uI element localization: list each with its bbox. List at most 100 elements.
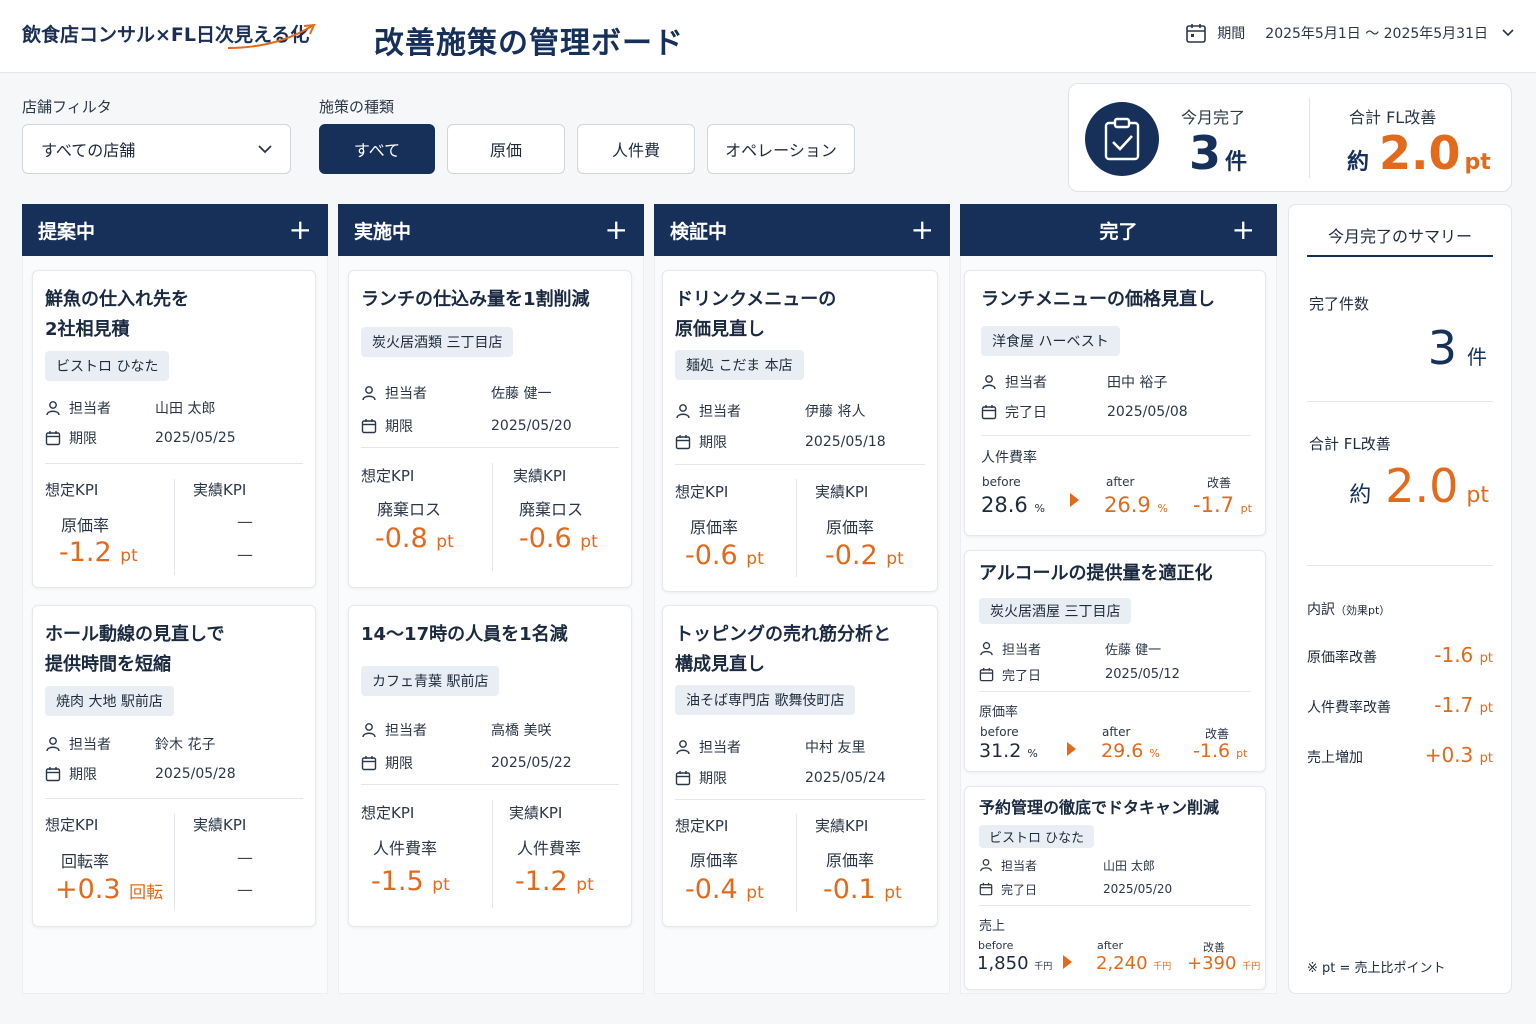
metric-name: 売上 xyxy=(979,919,1006,934)
period-selector[interactable]: 期間 2025年5月1日 〜 2025年5月31日 xyxy=(1185,22,1514,44)
person-icon xyxy=(676,739,690,754)
add-card-button[interactable]: + xyxy=(1232,216,1255,244)
expected-kpi-label: 想定KPI xyxy=(361,467,415,485)
expected-kpi-value: +0.3 回転 xyxy=(55,874,164,905)
divider xyxy=(174,479,175,575)
owner-label: 担当者 xyxy=(385,385,427,402)
breakdown-row: 売上増加 +0.3 pt xyxy=(1307,743,1493,767)
person-icon xyxy=(676,403,690,418)
owner-value: 高橋 美咲 xyxy=(491,722,552,739)
actual-kpi-empty: — xyxy=(237,512,253,531)
divider xyxy=(979,905,1251,906)
divider xyxy=(361,784,619,785)
calendar-icon xyxy=(979,882,993,896)
owner-label: 担当者 xyxy=(1001,858,1038,873)
done-date-value: 2025/05/12 xyxy=(1105,666,1180,682)
divider xyxy=(492,800,493,908)
after-label: after xyxy=(1097,939,1124,952)
type-filter-label: 施策の種類 xyxy=(319,98,395,116)
due-label: 期限 xyxy=(699,770,727,787)
actual-kpi-value: -0.2 pt xyxy=(825,540,904,571)
add-card-button[interactable]: + xyxy=(289,216,312,244)
summary-fl-value: 約 2.0 pt xyxy=(1349,459,1489,513)
task-card[interactable]: 14〜17時の人員を1名減 カフェ青葉 駅前店 担当者 高橋 美咲 期限 2025/… xyxy=(348,605,632,927)
actual-kpi-name: 廃棄ロス xyxy=(519,500,584,519)
task-card-done[interactable]: アルコールの提供量を適正化 炭火居酒屋 三丁目店 担当者 佐藤 健一 完了日 202… xyxy=(964,550,1266,772)
due-value: 2025/05/20 xyxy=(491,417,572,434)
owner-label: 担当者 xyxy=(69,401,111,417)
add-card-button[interactable]: + xyxy=(911,216,934,244)
header-bar: 飲食店コンサル×FL日次見える化 改善施策の管理ボード 期間 2025年5月1日… xyxy=(0,0,1536,73)
divider xyxy=(361,447,619,448)
expected-kpi-value: -1.5 pt xyxy=(371,866,450,897)
calendar-icon xyxy=(675,434,691,449)
due-value: 2025/05/28 xyxy=(155,766,236,782)
divider xyxy=(675,464,925,465)
owner-value: 中村 友里 xyxy=(805,739,866,756)
type-filter-cost[interactable]: 原価 xyxy=(447,124,565,174)
card-title: 鮮魚の仕入れ先を 2社相見積 xyxy=(45,289,189,340)
divider xyxy=(981,435,1251,436)
expected-kpi-label: 想定KPI xyxy=(45,481,99,499)
task-card-done[interactable]: 予約管理の徹底でドタキャン削減 ビストロ ひなた 担当者 山田 太郎 完了日 202… xyxy=(964,786,1266,990)
column-header-done: 完了 + xyxy=(960,204,1277,256)
summary-title-underline xyxy=(1307,255,1493,257)
monthly-summary-panel: 今月完了のサマリー 完了件数 3件 合計 FL改善 約 2.0 pt 内訳（効果pt… xyxy=(1288,204,1512,994)
type-filter-all[interactable]: すべて xyxy=(319,124,435,174)
type-filter-group: すべて 原価 人件費 オペレーション xyxy=(319,124,855,174)
due-label: 期限 xyxy=(385,418,413,435)
after-value: 2,240 千円 xyxy=(1096,953,1172,974)
calendar-icon xyxy=(1186,24,1207,43)
actual-kpi-empty: — xyxy=(237,545,253,564)
person-icon xyxy=(982,375,996,390)
card-title: 予約管理の徹底でドタキャン削減 xyxy=(979,798,1220,817)
stats-divider xyxy=(1309,98,1310,178)
improve-value: -1.7 pt xyxy=(1193,493,1252,517)
column-title: 提案中 xyxy=(38,220,96,243)
divider xyxy=(45,463,303,464)
before-label: before xyxy=(978,939,1014,952)
expected-kpi-name: 原価率 xyxy=(690,851,739,870)
after-value: 26.9 % xyxy=(1104,493,1168,517)
card-title: 14〜17時の人員を1名減 xyxy=(361,624,568,645)
summary-footnote: ※ pt = 売上比ポイント xyxy=(1307,961,1446,976)
actual-kpi-label: 実績KPI xyxy=(193,816,247,834)
done-date-value: 2025/05/08 xyxy=(1107,404,1188,420)
store-filter-label: 店舗フィルタ xyxy=(22,98,112,116)
summary-fl-label: 合計 FL改善 xyxy=(1309,435,1391,453)
task-card[interactable]: ドリンクメニューの 原価見直し 麺処 こだま 本店 担当者 伊藤 将人 期限 202… xyxy=(662,270,938,592)
summary-count-value: 3件 xyxy=(1427,321,1487,375)
column-header-proposal: 提案中 + xyxy=(22,204,328,256)
task-card[interactable]: トッピングの売れ筋分析と 構成見直し 油そば専門店 歌舞伎町店 担当者 中村 友里… xyxy=(662,605,938,927)
calendar-icon xyxy=(361,418,377,433)
task-card-done[interactable]: ランチメニューの価格見直し 洋食屋 ハーベスト 担当者 田中 裕子 完了日 2025… xyxy=(964,270,1266,536)
add-card-button[interactable]: + xyxy=(605,216,628,244)
type-filter-labor[interactable]: 人件費 xyxy=(577,124,695,174)
actual-kpi-label: 実績KPI xyxy=(513,467,567,485)
card-title: ドリンクメニューの 原価見直し xyxy=(675,289,837,340)
period-label: 期間 xyxy=(1217,26,1246,42)
chevron-down-icon xyxy=(258,144,272,153)
person-icon xyxy=(362,722,376,737)
owner-label: 担当者 xyxy=(1005,375,1047,391)
calendar-icon xyxy=(675,770,691,785)
owner-value: 山田 太郎 xyxy=(1103,858,1155,873)
actual-kpi-value: -1.2 pt xyxy=(515,866,594,897)
period-value: 2025年5月1日 〜 2025年5月31日 xyxy=(1265,26,1488,42)
type-filter-operation[interactable]: オペレーション xyxy=(707,124,855,174)
done-count-value: 3件 xyxy=(1189,126,1248,180)
task-card[interactable]: ホール動線の見直しで 提供時間を短縮 焼肉 大地 駅前店 担当者 鈴木 花子 期限… xyxy=(32,605,316,927)
task-card[interactable]: 鮮魚の仕入れ先を 2社相見積 ビストロ ひなた 担当者 山田 太郎 期限 2025/… xyxy=(32,270,316,588)
expected-kpi-name: 廃棄ロス xyxy=(377,500,442,519)
done-count-label: 今月完了 xyxy=(1181,108,1246,127)
store-filter-select[interactable]: すべての店舗 xyxy=(22,124,291,174)
arrow-right-icon xyxy=(1063,955,1072,969)
task-card[interactable]: ランチの仕込み量を1割削減 炭火居酒類 三丁目店 担当者 佐藤 健一 期限 2025… xyxy=(348,270,632,588)
card-title: ホール動線の見直しで 提供時間を短縮 xyxy=(45,624,225,675)
column-title: 完了 xyxy=(1099,220,1138,243)
store-tag: カフェ青葉 駅前店 xyxy=(361,666,500,696)
divider xyxy=(174,814,175,910)
person-icon xyxy=(980,858,992,872)
expected-kpi-label: 想定KPI xyxy=(675,483,729,501)
divider xyxy=(675,799,925,800)
